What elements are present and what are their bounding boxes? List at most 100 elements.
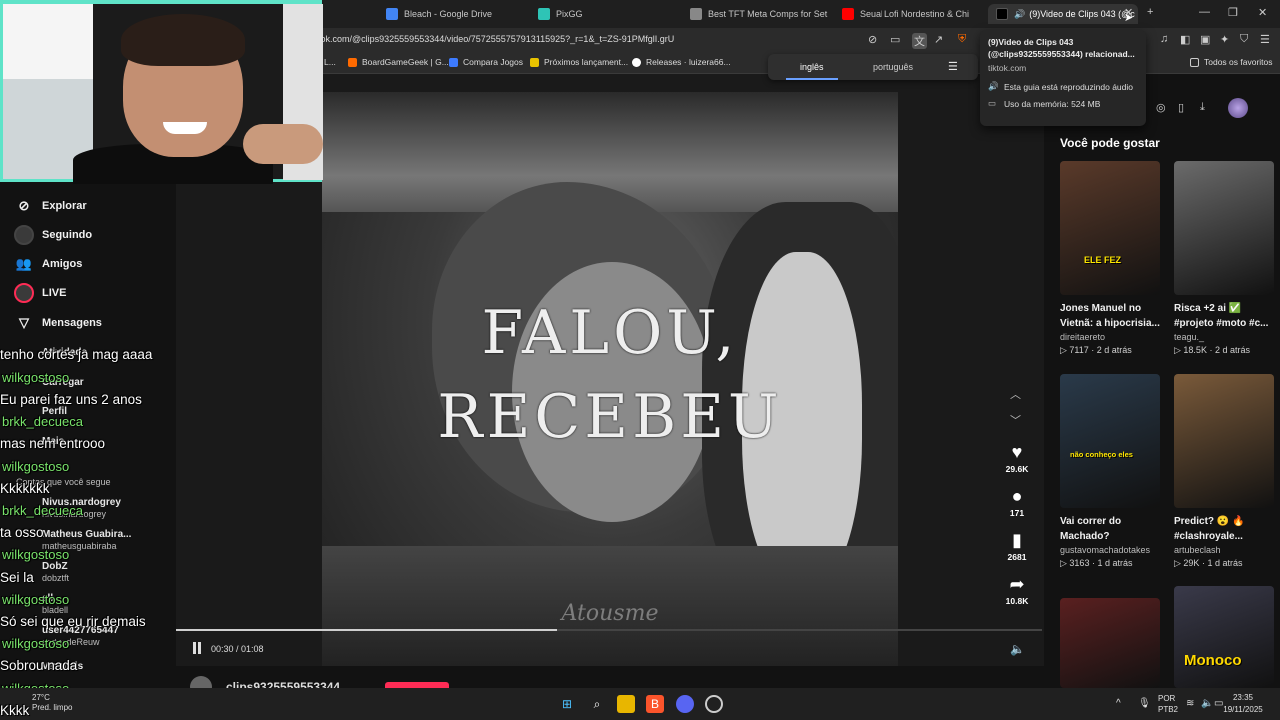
video-watermark: Atousme — [561, 601, 659, 626]
card-author: gustavomachadotakes — [1060, 545, 1151, 555]
reader-icon[interactable]: ▭ — [890, 33, 900, 46]
brave-shield-icon[interactable]: ⛨ — [958, 33, 966, 46]
tab-tiktok-active[interactable]: 🔊 (9)Video de Clips 043 (@c — [988, 4, 1138, 24]
chat-message: Sobrou nada — [0, 658, 78, 673]
nav-label: Seguindo — [42, 229, 93, 241]
recommended-card[interactable]: Monoco — [1174, 586, 1276, 688]
bookmark-label: Próximos lançament... — [544, 57, 629, 67]
mic-icon[interactable]: 🎙 — [1138, 698, 1151, 709]
tab-tft[interactable]: Best TFT Meta Comps for Set 15 — [690, 4, 830, 24]
bookmark-item[interactable]: Releases · luizera66... — [632, 57, 731, 67]
video-thumbnail — [1174, 374, 1274, 508]
clock-date[interactable]: 19/11/2025 — [1220, 705, 1266, 714]
menu-icon[interactable]: ☰ — [1260, 33, 1270, 46]
url-field[interactable]: tok.com/@clips9325559553344/video/757255… — [318, 34, 674, 44]
nav-amigos[interactable]: 👥 Amigos — [14, 254, 82, 274]
card-age: 2 d atrás — [1096, 345, 1132, 355]
language-tab-english[interactable]: inglês — [786, 62, 837, 80]
bookmark-item[interactable]: Próximos lançament... — [530, 57, 628, 67]
bookmark-label: Releases · luizera66... — [646, 57, 731, 67]
github-icon — [632, 57, 641, 67]
nav-live[interactable]: LIVE — [14, 283, 66, 303]
all-favorites[interactable]: Todos os favoritos — [1190, 57, 1273, 67]
share-count: 10.8K — [1005, 596, 1029, 606]
tab-pixgg[interactable]: PixGG — [538, 4, 678, 24]
volume-icon[interactable]: 🔈 — [1010, 642, 1025, 656]
wifi-icon[interactable]: ≋ — [1186, 698, 1194, 709]
obs-icon[interactable] — [705, 695, 723, 713]
nav-seguindo[interactable]: Seguindo — [14, 225, 92, 245]
recommended-card[interactable]: ELE FEZ Jones Manuel no Vietnã: a hipocr… — [1060, 161, 1162, 356]
tray-overflow-icon[interactable]: ^ — [1116, 698, 1121, 709]
keyboard-layout[interactable]: PTB2 — [1158, 705, 1178, 714]
video-progress-bar[interactable] — [176, 629, 1042, 631]
bookmark-item[interactable]: Compara Jogos — [449, 57, 523, 67]
next-video-icon[interactable]: ﹀ — [1010, 412, 1021, 428]
card-caption: Risca +2 ai ✅ #projeto #moto #c... — [1174, 303, 1269, 329]
maximize-icon[interactable]: ❐ — [1228, 6, 1238, 19]
previous-video-icon[interactable]: ︿ — [1010, 386, 1021, 402]
chat-message: Sei la — [0, 570, 34, 585]
following-name[interactable]: Matheus Guabira... — [42, 529, 131, 540]
video-thumbnail: Monoco — [1174, 586, 1274, 688]
card-caption: Jones Manuel no Vietnã: a hipocrisia... — [1060, 303, 1160, 329]
sidebar-icon[interactable]: ◧ — [1180, 33, 1190, 46]
volume-icon[interactable]: 🔈 — [1201, 698, 1213, 709]
discord-icon[interactable] — [676, 695, 694, 713]
tab-seuab[interactable]: Seuab — [842, 4, 882, 24]
tiktok-icon — [996, 8, 1008, 20]
chat-username: wilkgostoso — [2, 592, 70, 607]
comment-button[interactable]: ● 171 — [997, 486, 1037, 518]
nav-mensagens[interactable]: ▽ Mensagens — [14, 313, 102, 333]
save-button[interactable]: ▮ 2681 — [997, 530, 1037, 562]
video-caption-line1: FALOU, — [481, 298, 739, 368]
bookmark-label: L... — [324, 57, 336, 67]
recommended-card[interactable]: Predict? 😮 🔥 #clashroyale... artubeclash… — [1174, 374, 1276, 569]
options-icon[interactable]: ☰ — [948, 60, 958, 73]
recommended-card[interactable]: não conheço eles Vai correr do Machado? … — [1060, 374, 1162, 569]
tooltip-title: (9)Video de Clips 043 (@clips93255595533… — [988, 37, 1135, 59]
file-explorer-icon[interactable] — [617, 695, 635, 713]
share-button[interactable]: ➦ 10.8K — [997, 574, 1037, 606]
clock-time[interactable]: 23:35 — [1220, 693, 1266, 702]
language-tab-portuguese[interactable]: português — [873, 62, 913, 72]
no-tracking-icon[interactable]: ⊘ — [868, 33, 877, 46]
translate-icon[interactable]: 文 — [912, 33, 927, 49]
new-tab-icon[interactable]: + — [1147, 6, 1153, 18]
language-indicator[interactable]: POR — [1158, 694, 1175, 703]
wallet-icon[interactable]: ▣ — [1200, 33, 1210, 46]
share-icon[interactable]: ↗ — [934, 33, 943, 46]
music-icon[interactable]: ♫ — [1160, 33, 1168, 45]
tab-lofi[interactable]: Lofi Nordestino & Chi — [884, 4, 978, 24]
following-name[interactable]: DobZ — [42, 561, 68, 572]
profile-avatar[interactable] — [1228, 98, 1248, 118]
thumbnail-text: ELE FEZ — [1084, 255, 1122, 265]
search-icon[interactable]: ⌕ — [588, 695, 606, 713]
card-author: artubeclash — [1174, 545, 1221, 555]
pause-icon[interactable] — [192, 642, 202, 654]
leo-ai-icon[interactable]: ✦ — [1220, 33, 1229, 46]
close-window-icon[interactable]: ✕ — [1258, 6, 1267, 19]
device-icon[interactable]: ▯ — [1178, 101, 1184, 114]
chat-message: Só sei que eu rir demais — [0, 614, 146, 629]
send-icon: ▽ — [19, 315, 29, 330]
minimize-icon[interactable]: — — [1199, 6, 1210, 18]
card-caption: Vai correr do Machado? — [1060, 516, 1122, 542]
chat-message: Kkkkkkk — [0, 481, 50, 496]
download-icon[interactable]: ⤓ — [1200, 101, 1205, 114]
bookmark-item[interactable]: L... — [324, 57, 336, 67]
like-button[interactable]: ♥ 29.6K — [997, 442, 1037, 474]
webcam-smile — [163, 122, 207, 134]
windows-start-icon[interactable]: ⊞ — [558, 695, 576, 713]
thumbnail-text: não conheço eles — [1070, 450, 1133, 459]
video-player[interactable]: FALOU, RECEBEU Atousme — [322, 92, 898, 666]
vpn-icon[interactable]: ⛉ — [1240, 33, 1248, 46]
coins-icon[interactable]: ◎ — [1156, 101, 1166, 114]
nav-explorar[interactable]: ⊘ Explorar — [14, 196, 87, 216]
brave-browser-icon[interactable]: B — [646, 695, 664, 713]
tab-bleach[interactable]: Bleach - Google Drive — [386, 4, 526, 24]
bookmark-item[interactable]: BoardGameGeek | G... — [348, 57, 449, 67]
chat-username: brkk_decueca — [2, 503, 83, 518]
recommended-card[interactable] — [1060, 598, 1162, 688]
recommended-card[interactable]: Risca +2 ai ✅ #projeto #moto #c... teagu… — [1174, 161, 1276, 356]
